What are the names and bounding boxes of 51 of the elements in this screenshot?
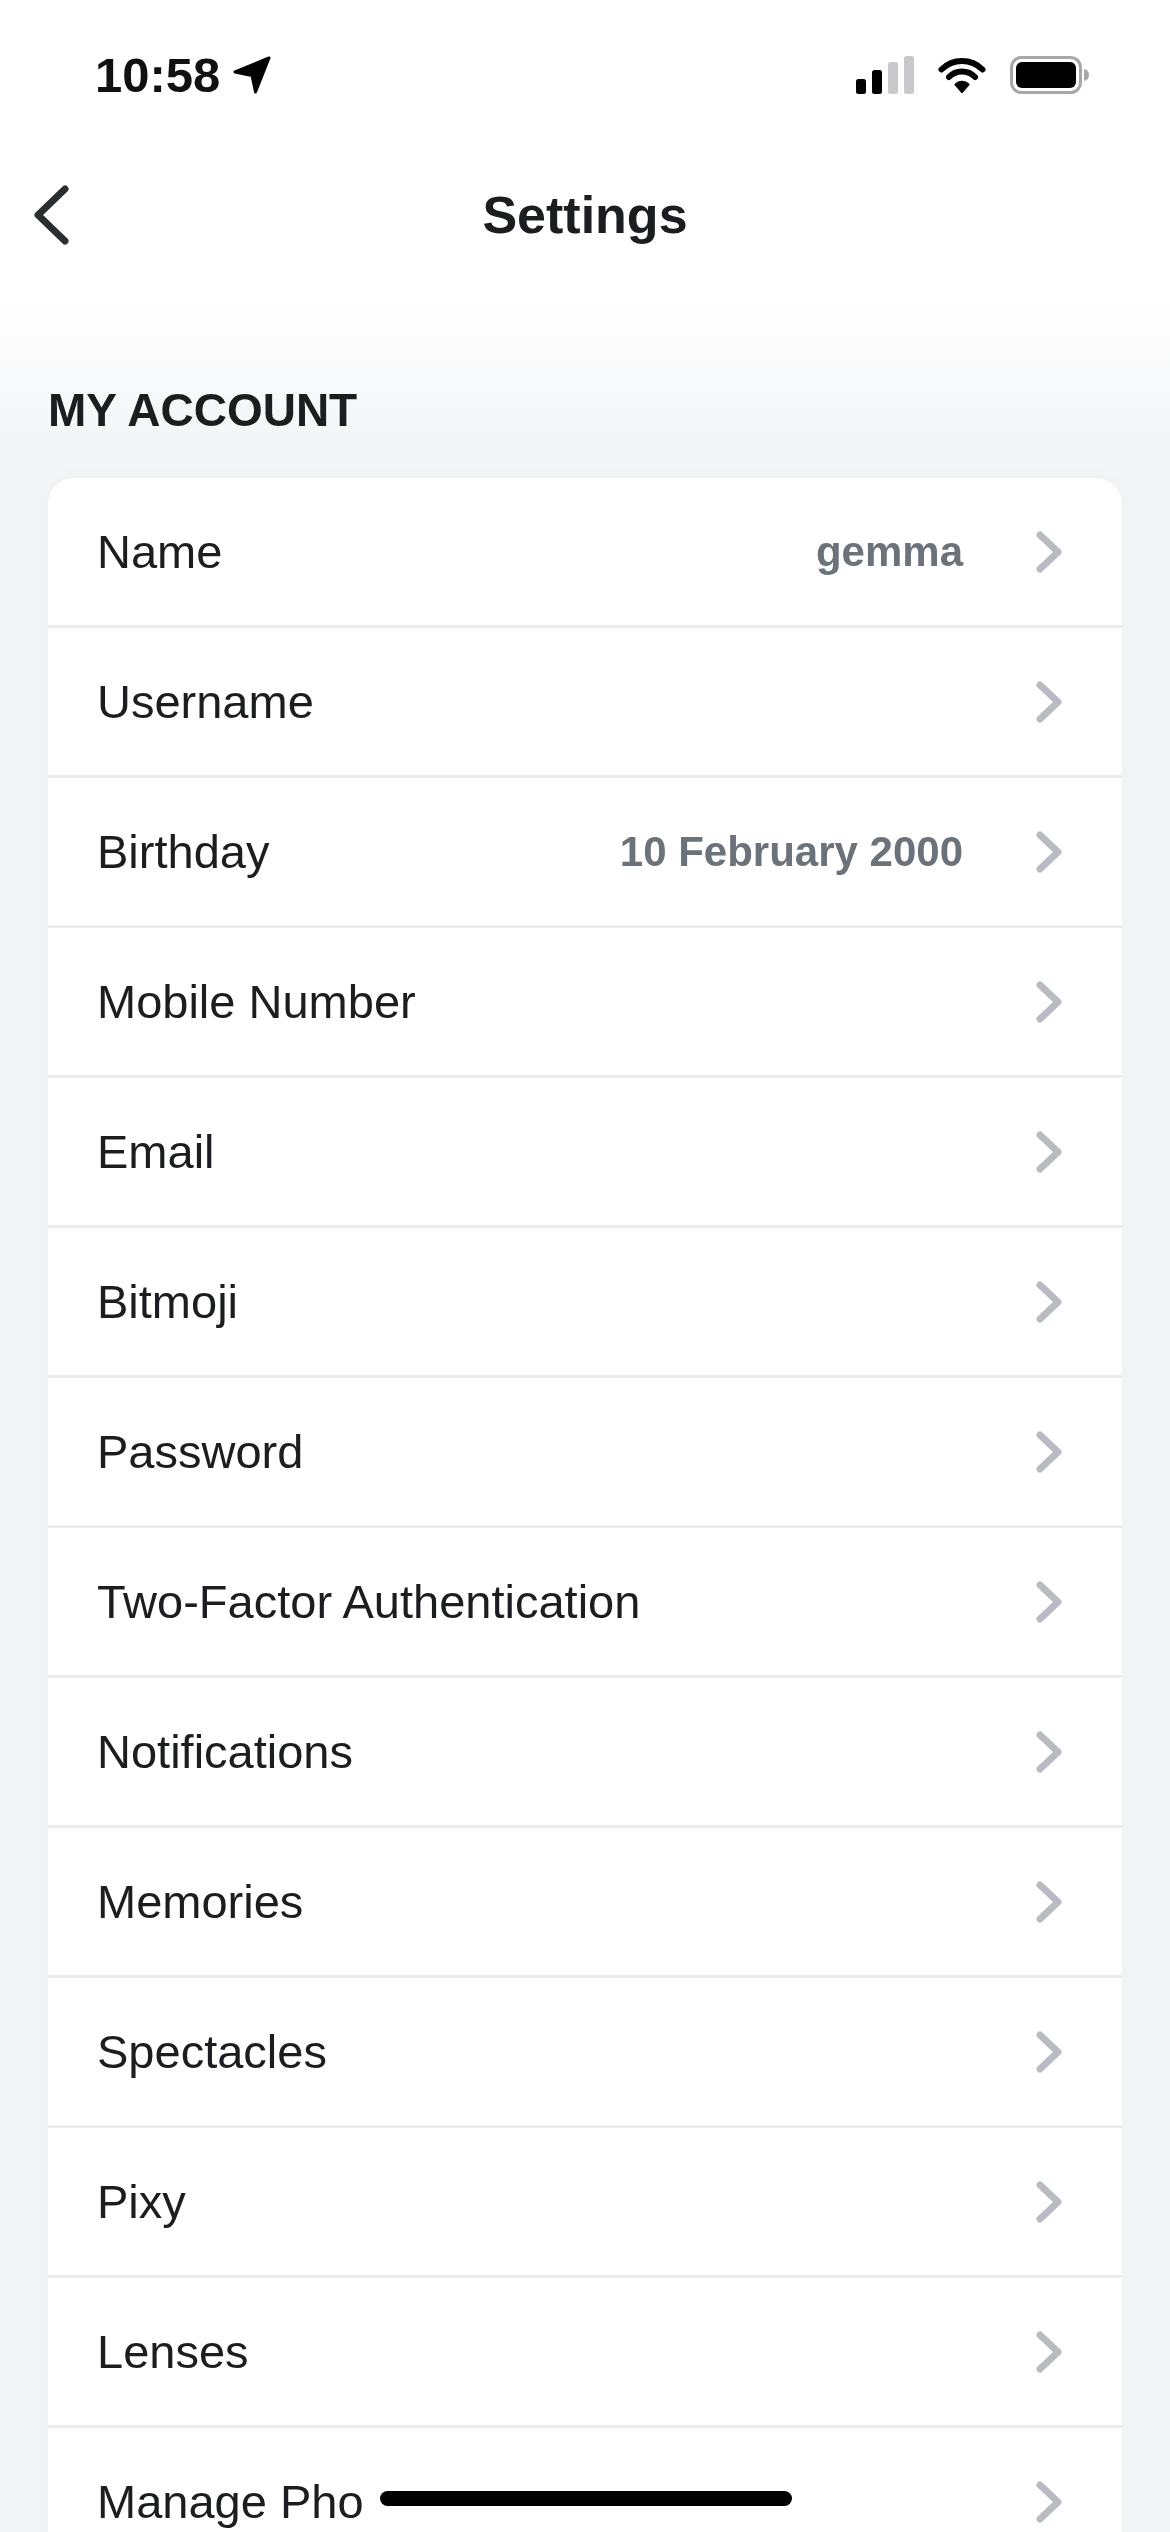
chevron-right-icon — [1035, 979, 1063, 1024]
row-label: Birthday — [97, 824, 270, 879]
chevron-right-icon — [1035, 829, 1063, 874]
row-value: gemma — [815, 527, 963, 576]
row-label: Lenses — [97, 2324, 249, 2379]
row-label: Pixy — [97, 2174, 186, 2229]
chevron-right-icon — [1035, 1279, 1063, 1324]
settings-row[interactable]: Birthday 10 February 2000 — [48, 778, 1122, 928]
settings-row[interactable]: Two-Factor Authentication — [48, 1528, 1122, 1678]
battery-icon — [1010, 56, 1090, 94]
back-icon — [32, 185, 70, 245]
location-icon — [232, 55, 273, 95]
chevron-right-icon — [1035, 2479, 1063, 2524]
page-title: Settings — [482, 184, 688, 246]
settings-row[interactable]: Password — [48, 1378, 1122, 1528]
row-label: Manage Pho — [97, 2474, 364, 2529]
row-label: Mobile Number — [97, 974, 416, 1029]
chevron-right-icon — [1035, 529, 1063, 574]
settings-row[interactable]: Spectacles — [48, 1978, 1122, 2128]
settings-row[interactable]: Mobile Number — [48, 928, 1122, 1078]
wifi-icon — [938, 57, 986, 93]
row-label: Notifications — [97, 1724, 353, 1779]
settings-row[interactable]: Name gemma — [48, 478, 1122, 628]
section-heading: MY ACCOUNT — [48, 383, 358, 438]
settings-row[interactable]: Username — [48, 628, 1122, 778]
chevron-right-icon — [1035, 2029, 1063, 2074]
chevron-right-icon — [1035, 1429, 1063, 1474]
chevron-right-icon — [1035, 1879, 1063, 1924]
status-time: 10:58 — [95, 50, 221, 100]
chevron-right-icon — [1035, 1579, 1063, 1624]
row-label: Email — [97, 1124, 215, 1179]
chevron-right-icon — [1035, 2179, 1063, 2224]
settings-row[interactable]: Email — [48, 1078, 1122, 1228]
chevron-right-icon — [1035, 2329, 1063, 2374]
row-label: Spectacles — [97, 2024, 327, 2079]
chevron-right-icon — [1035, 679, 1063, 724]
settings-row[interactable]: Lenses — [48, 2278, 1122, 2428]
row-label: Password — [97, 1424, 304, 1479]
row-label: Two-Factor Authentication — [97, 1574, 641, 1629]
row-label: Username — [97, 674, 314, 729]
row-label: Bitmoji — [97, 1274, 239, 1329]
settings-row[interactable]: Notifications — [48, 1678, 1122, 1828]
chevron-right-icon — [1035, 1129, 1063, 1174]
row-label: Name — [97, 524, 223, 579]
signal-icon — [856, 56, 914, 94]
row-label: Memories — [97, 1874, 304, 1929]
settings-row[interactable]: Pixy — [48, 2128, 1122, 2278]
row-value: 10 February 2000 — [619, 827, 963, 876]
settings-row[interactable]: Bitmoji — [48, 1228, 1122, 1378]
settings-row[interactable]: Memories — [48, 1828, 1122, 1978]
chevron-right-icon — [1035, 1729, 1063, 1774]
